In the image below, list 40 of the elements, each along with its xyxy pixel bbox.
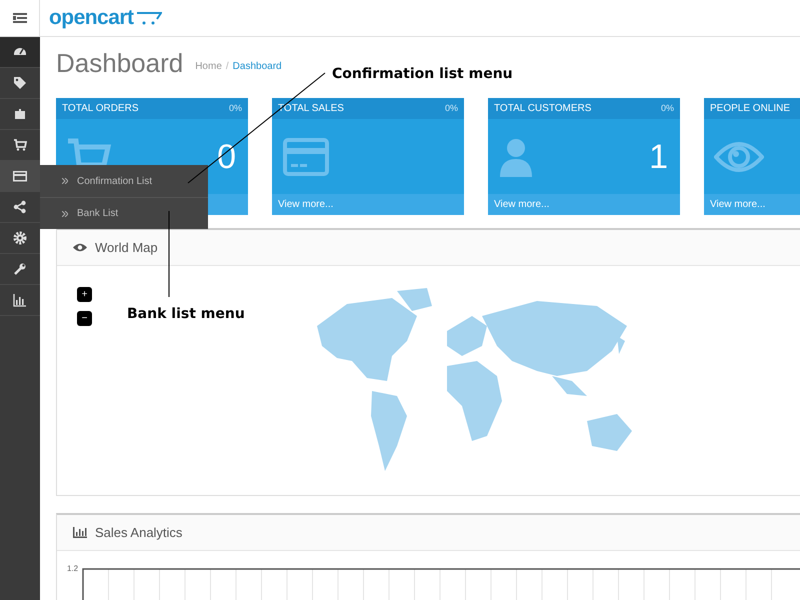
credit-card-icon xyxy=(13,169,27,183)
cart-icon xyxy=(13,138,27,152)
double-chevron-icon xyxy=(62,210,68,216)
share-icon xyxy=(13,200,27,214)
tile-value: 1 xyxy=(649,140,668,174)
sidebar-item[interactable] xyxy=(0,37,40,68)
tile-title: PEOPLE ONLINE xyxy=(710,102,790,116)
breadcrumb-link[interactable]: Dashboard xyxy=(232,59,282,74)
submenu-item[interactable]: Confirmation List xyxy=(40,165,208,197)
tags-icon xyxy=(13,76,27,90)
annotation-label: Confirmation list menu xyxy=(332,65,513,84)
settings-icon xyxy=(13,231,27,245)
logo[interactable]: opencart xyxy=(49,2,162,34)
double-chevron-icon xyxy=(62,178,68,184)
axis-tick-label: 1.2 xyxy=(67,565,78,575)
tile-title: TOTAL ORDERS xyxy=(62,102,138,116)
breadcrumb-link[interactable]: Home xyxy=(195,59,222,74)
zoom-button[interactable]: + xyxy=(77,287,92,302)
bar-chart-icon xyxy=(73,527,87,538)
panel-title: World Map xyxy=(95,238,158,257)
tile-percent: 0% xyxy=(660,102,674,115)
wrench-icon xyxy=(13,262,27,276)
tile-percent: 0% xyxy=(228,102,242,115)
submenu-item[interactable]: Bank List xyxy=(40,197,208,229)
sidebar-item[interactable] xyxy=(0,161,40,192)
zoom-button[interactable]: − xyxy=(77,311,92,326)
breadcrumb-separator: / xyxy=(226,60,229,74)
view-more-link[interactable]: View more... xyxy=(710,197,766,212)
menu-icon xyxy=(12,13,26,23)
tile-title: TOTAL CUSTOMERS xyxy=(494,102,592,116)
tile-percent: 0% xyxy=(444,102,458,115)
bar-chart-icon xyxy=(13,293,27,307)
view-more-link[interactable]: View more... xyxy=(494,197,550,212)
page-title: Dashboard xyxy=(56,50,184,76)
view-more-link[interactable]: View more... xyxy=(278,197,334,212)
cart-logo-icon xyxy=(136,11,162,25)
eye-icon xyxy=(73,243,87,252)
panel-title: Sales Analytics xyxy=(95,524,182,542)
annotation-label: Bank list menu xyxy=(127,305,245,324)
menu-toggle-button[interactable] xyxy=(0,0,40,37)
